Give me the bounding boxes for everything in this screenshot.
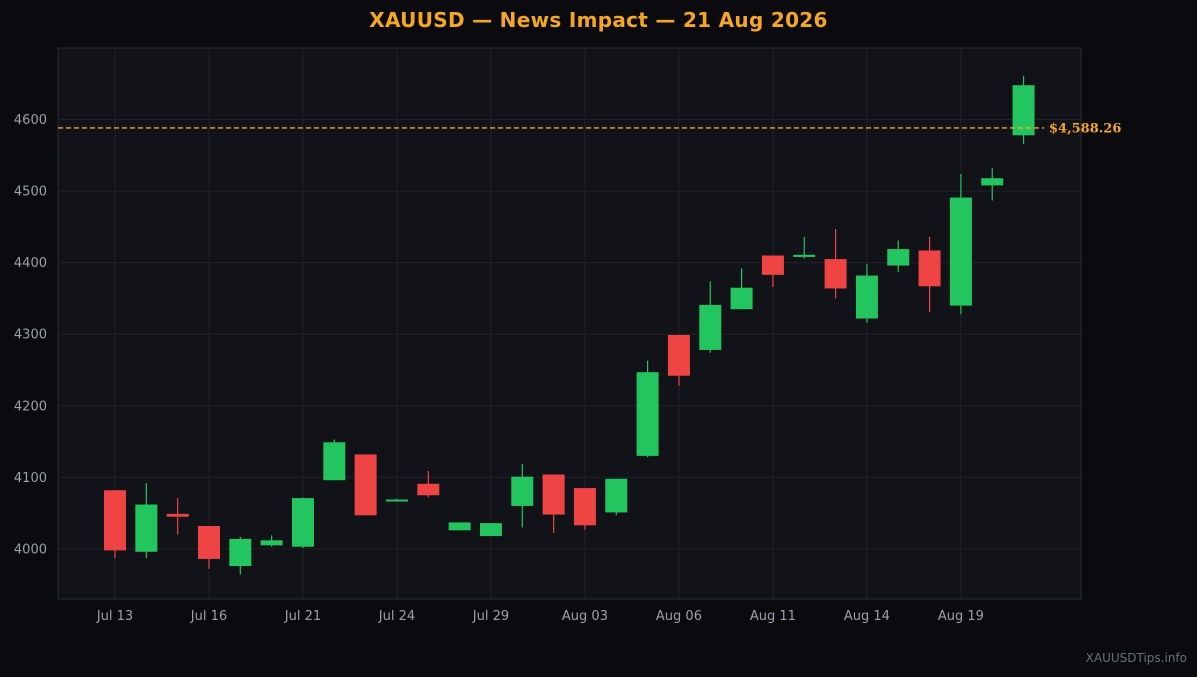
candle — [605, 478, 628, 516]
candle-body — [636, 372, 659, 456]
candle-body — [887, 249, 910, 266]
y-tick-label: 4200 — [14, 399, 47, 414]
y-axis: 4000 4100 4200 4300 4400 4500 4600 — [14, 113, 47, 557]
candle — [291, 497, 314, 549]
plot-area — [57, 47, 1082, 600]
candle — [479, 523, 502, 537]
y-tick-label: 4100 — [14, 471, 47, 486]
candle — [448, 522, 471, 531]
candle — [1012, 75, 1035, 144]
candle-body — [542, 474, 565, 515]
candle — [354, 454, 377, 516]
y-tick-label: 4000 — [14, 542, 47, 557]
reference-price-label: $4,588.26 — [1049, 121, 1121, 136]
candle-body — [291, 498, 314, 547]
candle — [636, 360, 659, 458]
candle-body — [761, 255, 784, 275]
candle — [323, 439, 346, 481]
candle-body — [699, 304, 722, 350]
x-tick-label: Jul 16 — [190, 609, 227, 624]
candle-body — [855, 275, 878, 319]
x-tick-label: Aug 11 — [750, 609, 796, 624]
candle-body — [197, 526, 220, 559]
candle-body — [949, 197, 972, 306]
candle-body — [104, 490, 126, 551]
x-tick-label: Jul 24 — [378, 609, 415, 624]
candle-body — [793, 254, 816, 257]
candle-body — [479, 523, 502, 537]
candle-body — [511, 476, 534, 506]
candle — [573, 488, 596, 530]
candle-body — [605, 478, 628, 513]
candle-body — [229, 538, 252, 567]
y-tick-label: 4600 — [14, 113, 47, 128]
x-tick-label: Aug 19 — [938, 609, 984, 624]
candle-body — [417, 483, 440, 496]
x-tick-label: Aug 03 — [562, 609, 608, 624]
candle-body — [667, 334, 690, 376]
candle-body — [918, 250, 941, 287]
candle-body — [354, 454, 377, 516]
x-tick-label: Jul 13 — [96, 609, 133, 624]
candle-body — [135, 504, 158, 552]
candle-body — [166, 513, 189, 517]
x-tick-label: Aug 06 — [656, 609, 702, 624]
x-axis: Jul 13 Jul 16 Jul 21 Jul 24 Jul 29 Aug 03 Aug … — [96, 609, 984, 624]
candle-body — [1012, 85, 1035, 136]
candle-body — [730, 287, 753, 310]
candle-body — [981, 178, 1004, 186]
candle-body — [385, 499, 408, 502]
candle-body — [260, 540, 283, 546]
x-tick-label: Jul 29 — [472, 609, 509, 624]
x-tick-label: Jul 21 — [284, 609, 321, 624]
candle-body — [323, 442, 346, 481]
candle-body — [573, 488, 596, 526]
y-tick-label: 4400 — [14, 256, 47, 271]
watermark: XAUUSDTips.info — [1085, 651, 1187, 665]
candle — [104, 490, 126, 559]
candle-body — [824, 259, 847, 289]
candlestick-chart: 4000410042004300440045004600 Jul 13 Jul 1… — [14, 47, 1121, 624]
x-tick-label: Aug 14 — [844, 609, 890, 624]
y-tick-label: 4500 — [14, 185, 47, 200]
candle-body — [448, 522, 471, 531]
y-tick-label: 4300 — [14, 328, 47, 343]
